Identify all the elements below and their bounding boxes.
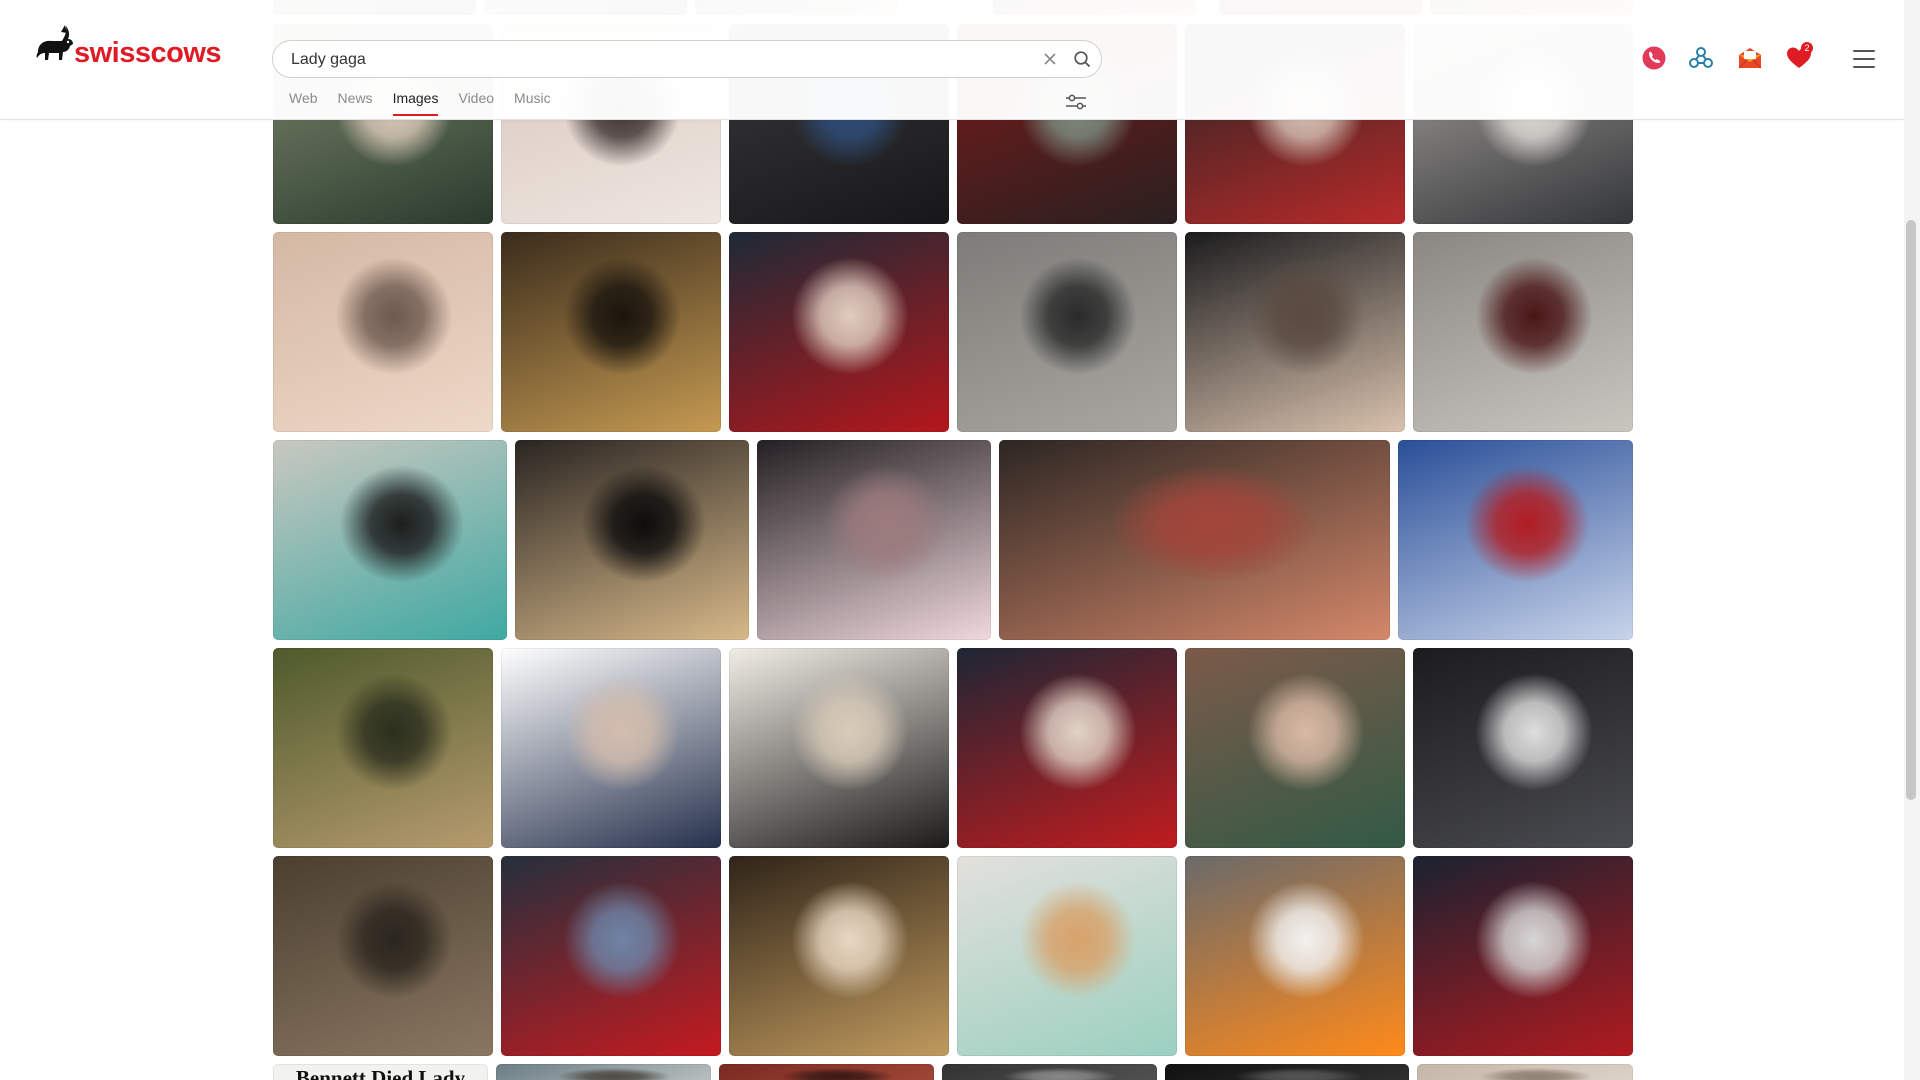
teleguard-icon[interactable]	[1640, 44, 1668, 72]
swisscows-mail-icon[interactable]	[1736, 44, 1764, 72]
image-pink-feather-red-carpet[interactable]	[757, 440, 991, 640]
image-police-crowd-red-outfit[interactable]	[501, 856, 721, 1056]
search-icon[interactable]	[1073, 50, 1092, 69]
tab-video[interactable]: Video	[458, 90, 494, 106]
image-blue-backdrop-red-dress[interactable]	[1398, 440, 1633, 640]
image-teal-hair-with-tony-bennett[interactable]	[273, 440, 507, 640]
image-headline-card[interactable]: Bennett Died Lady	[273, 1064, 488, 1080]
cow-icon	[36, 25, 73, 60]
image-oscars-diamond-necklace[interactable]	[729, 648, 949, 848]
search-tabs: Web News Images Video Music	[289, 90, 571, 116]
image-recording-studio-microphone[interactable]	[501, 232, 721, 432]
image-partial-1[interactable]	[496, 1064, 711, 1080]
sliders-icon[interactable]	[1064, 92, 1088, 112]
image-mint-gown-trumpet[interactable]	[957, 856, 1177, 1056]
image-duet-gold-dress[interactable]	[729, 856, 949, 1056]
image-natural-look-green-scarf[interactable]	[1185, 648, 1405, 848]
image-dancing-on-stairs[interactable]	[1413, 232, 1633, 432]
image-orange-hair-closeup[interactable]	[999, 440, 1390, 640]
hamburger-menu-icon[interactable]	[1853, 50, 1875, 68]
image-partial-3[interactable]	[942, 1064, 1157, 1080]
search-box	[272, 40, 1102, 79]
vpn-icon[interactable]	[1687, 44, 1715, 72]
swisscows-logo[interactable]: swisscows	[32, 22, 222, 72]
tab-news[interactable]: News	[338, 90, 373, 106]
image-sequin-dress-microphone[interactable]	[1413, 648, 1633, 848]
image-orange-dress-comic-con[interactable]	[1185, 856, 1405, 1056]
image-partial-4[interactable]	[1165, 1064, 1409, 1080]
tab-web[interactable]: Web	[289, 90, 318, 106]
image-partial-2[interactable]	[719, 1064, 934, 1080]
image-joker-split-photo[interactable]	[1413, 856, 1633, 1056]
top-header: swisscows Web News Images Video Music	[0, 0, 1904, 120]
tab-music[interactable]: Music	[514, 90, 551, 106]
search-input[interactable]	[289, 41, 1013, 79]
image-red-blazer-harlequin[interactable]	[729, 232, 949, 432]
image-stone-stairs-black-coat[interactable]	[957, 232, 1177, 432]
tab-images[interactable]: Images	[392, 90, 438, 116]
image-results-grid: Bennett Died Lady	[0, 0, 1904, 1080]
image-partial-5[interactable]	[1417, 1064, 1633, 1080]
image-police-red-blazer[interactable]	[957, 648, 1177, 848]
image-gold-eye-makeup-press[interactable]	[515, 440, 749, 640]
favorites-count-badge: 2	[1801, 42, 1813, 54]
scrollbar-thumb[interactable]	[1906, 220, 1916, 800]
image-joker-face-to-face[interactable]	[273, 648, 493, 848]
image-smudged-makeup-blue-jacket[interactable]	[501, 648, 721, 848]
image-stairs-dance-scene[interactable]	[273, 856, 493, 1056]
close-icon[interactable]	[1041, 50, 1059, 68]
image-platinum-curls-portrait[interactable]	[1185, 232, 1405, 432]
image-selfie-with-tony-bennett[interactable]	[273, 232, 493, 432]
brand-name: swisscows	[74, 36, 222, 69]
headline-text: Bennett Died Lady	[295, 1066, 466, 1080]
